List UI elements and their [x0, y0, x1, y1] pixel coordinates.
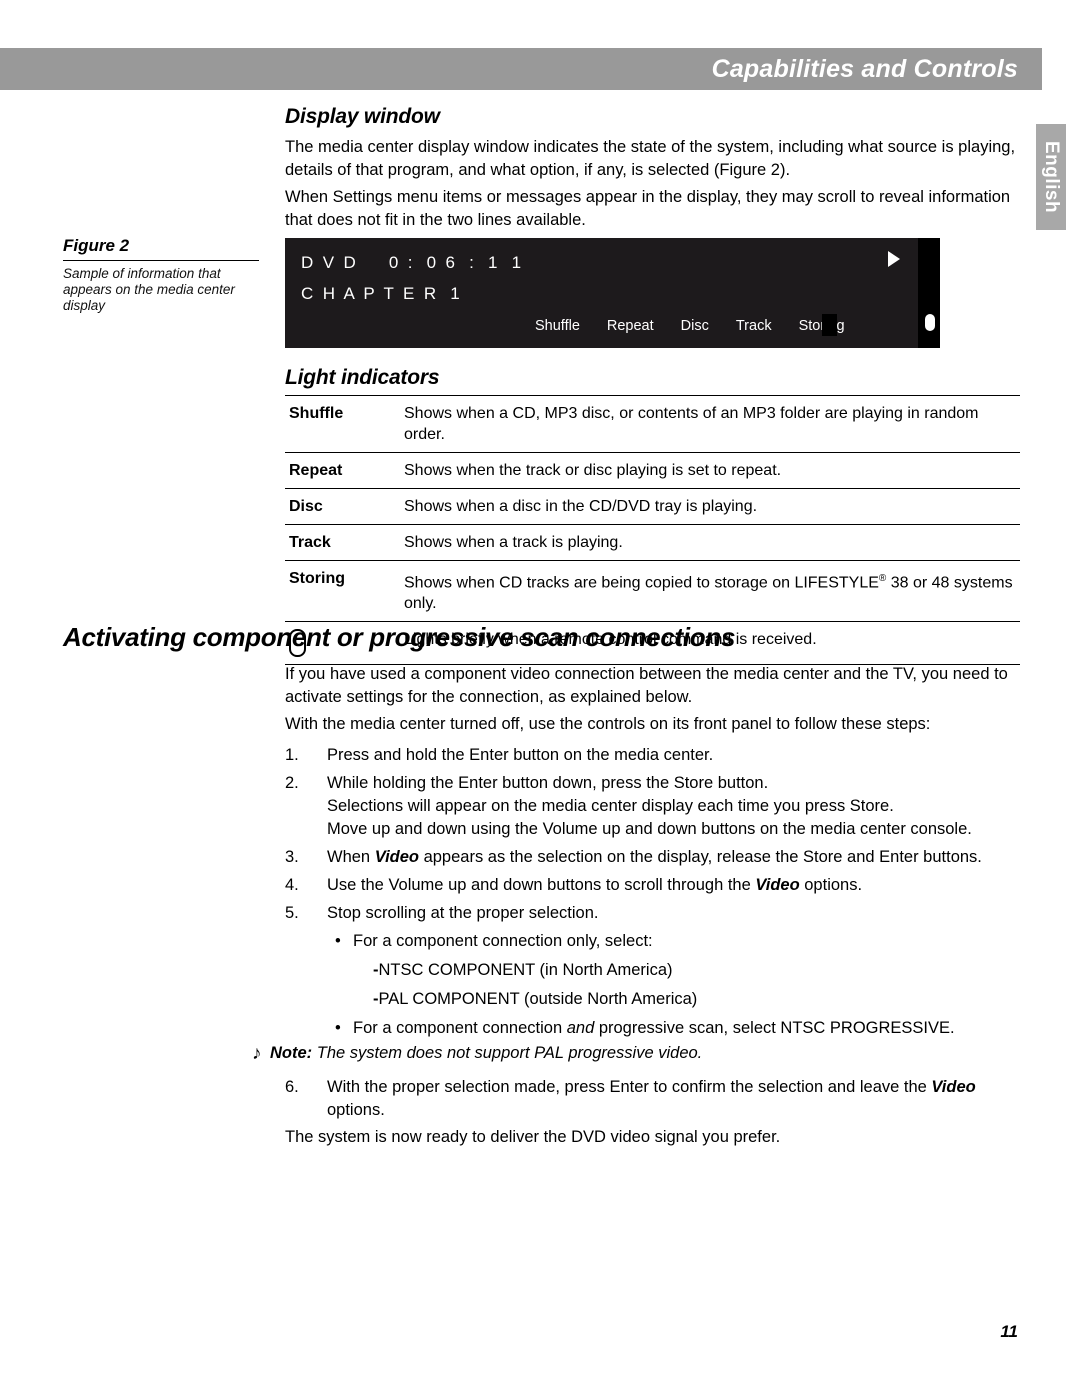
list-item-step-6: 6. With the proper selection made, press …	[285, 1076, 1020, 1122]
display-line-2: C H A P T E R 1	[301, 284, 460, 303]
display-track-marker	[822, 314, 837, 336]
activating-paragraph-1: If you have used a component video conne…	[285, 665, 1008, 706]
display-window-paragraph-1: The media center display window indicate…	[285, 138, 1016, 179]
indicator-label-disc: Disc	[285, 488, 404, 525]
indicator-desc-disc: Shows when a disc in the CD/DVD tray is …	[404, 488, 1020, 525]
list-item-bullet-1: • For a component connection only, selec…	[285, 930, 1020, 953]
step-text-3-pre: When	[327, 848, 375, 866]
step-text-3-post: appears as the selection on the display,…	[419, 848, 982, 866]
note-text: The system does not support PAL progress…	[312, 1044, 703, 1062]
step-text-4-pre: Use the Volume up and down buttons to sc…	[327, 876, 756, 894]
step-number-4: 4.	[285, 876, 299, 894]
indicator-desc-repeat: Shows when the track or disc playing is …	[404, 452, 1020, 489]
list-item-step-2: 2. While holding the Enter button down, …	[285, 772, 1020, 841]
table-row: Repeat Shows when the track or disc play…	[285, 452, 1020, 489]
display-indicator-track: Track	[735, 318, 772, 334]
indicator-label-storing: Storing	[285, 560, 404, 623]
step-number-2: 2.	[285, 774, 299, 792]
step-number-3: 3.	[285, 848, 299, 866]
play-arrow-icon	[888, 251, 900, 267]
step-number-1: 1.	[285, 746, 299, 764]
display-indicator-repeat: Repeat	[606, 318, 654, 334]
activating-closing-wrap: The system is now ready to deliver the D…	[285, 1126, 1020, 1149]
figure-title: Figure 2	[63, 236, 259, 261]
list-item-dash-ntsc: -NTSC COMPONENT (in North America)	[285, 959, 1020, 982]
display-indicator-labels: Shuffle Repeat Disc Track Storing	[535, 318, 918, 334]
step-text-6-pre: With the proper selection made, press En…	[327, 1078, 932, 1096]
figure-caption-text: Sample of information that appears on th…	[63, 266, 235, 313]
indicator-label-shuffle: Shuffle	[285, 395, 404, 453]
bullet-text-2-post: progressive scan, select NTSC PROGRESSIV…	[594, 1019, 955, 1037]
activating-closing-paragraph: The system is now ready to deliver the D…	[285, 1128, 781, 1146]
remote-oval-icon	[925, 314, 935, 331]
step-text-2b: Selections will appear on the media cent…	[327, 797, 894, 815]
page-header-bar: Capabilities and Controls	[0, 48, 1042, 90]
bullet-dot-icon: •	[335, 932, 341, 950]
light-indicators-heading-wrap: Light indicators	[285, 366, 1020, 390]
table-row: Disc Shows when a disc in the CD/DVD tra…	[285, 488, 1020, 525]
page-number: 11	[1000, 1322, 1018, 1341]
activating-paragraph-2-wrap: With the media center turned off, use th…	[285, 713, 1020, 736]
activating-step-6-wrap: 6. With the proper selection made, press …	[285, 1076, 1020, 1127]
step-number-6: 6.	[285, 1078, 299, 1096]
activating-steps-list: 1. Press and hold the Enter button on th…	[285, 744, 1020, 1046]
bullet-dot-icon: •	[335, 1019, 341, 1037]
language-tab-label: English	[1041, 140, 1062, 214]
activating-paragraph-1-wrap: If you have used a component video conne…	[285, 663, 1020, 709]
indicator-desc-storing: Shows when CD tracks are being copied to…	[404, 560, 1020, 623]
indicator-label-track: Track	[285, 524, 404, 561]
display-right-strip	[918, 238, 940, 348]
step-text-5: Stop scrolling at the proper selection.	[327, 904, 599, 922]
music-note-icon: ♪	[252, 1043, 262, 1064]
step-text-3-emphasis: Video	[374, 848, 419, 866]
note-callout: ♪ Note: The system does not support PAL p…	[252, 1042, 1020, 1065]
bullet-text-1: For a component connection only, select:	[353, 932, 653, 950]
display-indicator-shuffle: Shuffle	[535, 318, 580, 334]
step-text-6-post: options.	[327, 1101, 385, 1119]
step-text-1: Press and hold the Enter button on the m…	[327, 746, 714, 764]
display-line-1: D V D 0 : 0 6 : 1 1	[301, 253, 522, 272]
indicator-label-repeat: Repeat	[285, 452, 404, 489]
step-text-4-emphasis: Video	[755, 876, 800, 894]
list-item-step-4: 4. Use the Volume up and down buttons to …	[285, 874, 1020, 897]
display-indicator-disc: Disc	[680, 318, 709, 334]
language-tab-english: English	[1036, 124, 1066, 230]
list-item-step-5: 5. Stop scrolling at the proper selectio…	[285, 902, 1020, 925]
list-item-bullet-2: • For a component connection and progress…	[285, 1017, 1020, 1040]
display-window-paragraph-2-wrap: When Settings menu items or messages app…	[285, 186, 1020, 232]
note-label: Note:	[270, 1044, 313, 1062]
table-row: Track Shows when a track is playing.	[285, 524, 1020, 561]
display-window-paragraph-2: When Settings menu items or messages app…	[285, 188, 1011, 229]
indicator-desc-track: Shows when a track is playing.	[404, 524, 1020, 561]
display-window-paragraph-1-wrap: The media center display window indicate…	[285, 136, 1020, 182]
step-text-4-post: options.	[799, 876, 863, 894]
list-item-step-3: 3. When Video appears as the selection on…	[285, 846, 1020, 869]
indicator-desc-shuffle: Shows when a CD, MP3 disc, or contents o…	[404, 395, 1020, 453]
dash-text-pal: PAL COMPONENT (outside North America)	[378, 990, 698, 1008]
section-heading-light-indicators: Light indicators	[285, 366, 440, 389]
storing-desc-before: Shows when CD tracks are being copied to…	[404, 574, 879, 592]
step-number-5: 5.	[285, 904, 299, 922]
step-text-6-emphasis: Video	[931, 1078, 976, 1096]
step-text-2a: While holding the Enter button down, pre…	[327, 774, 769, 792]
table-row: Shuffle Shows when a CD, MP3 disc, or co…	[285, 395, 1020, 453]
list-item-dash-pal: -PAL COMPONENT (outside North America)	[285, 988, 1020, 1011]
bullet-text-2-emphasis: and	[566, 1019, 595, 1037]
section-heading-display-window: Display window	[285, 105, 440, 128]
figure-caption-block: Figure 2 Sample of information that appe…	[63, 236, 259, 314]
display-window-heading-wrap: Display window	[285, 105, 1020, 129]
page-title: Capabilities and Controls	[711, 55, 1018, 83]
step-text-2c: Move up and down using the Volume up and…	[327, 820, 972, 838]
media-center-display-graphic: D V D 0 : 0 6 : 1 1 C H A P T E R 1 Shuf…	[285, 238, 940, 348]
activating-paragraph-2: With the media center turned off, use th…	[285, 715, 931, 733]
table-row: Storing Shows when CD tracks are being c…	[285, 560, 1020, 623]
dash-text-ntsc: NTSC COMPONENT (in North America)	[378, 961, 673, 979]
section-heading-activating: Activating component or progressive scan…	[63, 622, 736, 652]
bullet-text-2-pre: For a component connection	[353, 1019, 567, 1037]
list-item-step-1: 1. Press and hold the Enter button on th…	[285, 744, 1020, 767]
